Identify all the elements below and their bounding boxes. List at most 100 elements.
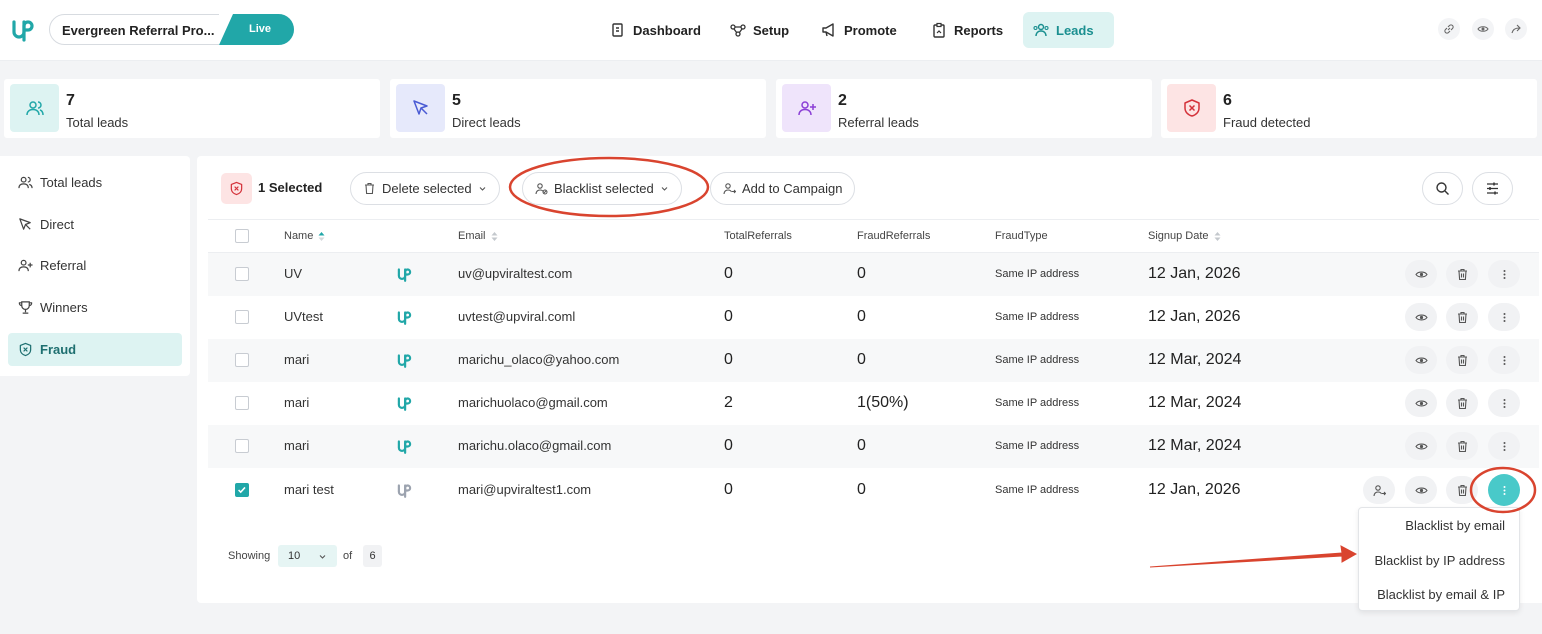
- trash-icon: [1457, 397, 1467, 409]
- lead-name: mari test: [284, 482, 334, 497]
- more-options-button[interactable]: [1488, 303, 1520, 331]
- nav-leads[interactable]: Leads: [1023, 12, 1114, 48]
- sort-icon: [491, 231, 498, 241]
- signup-date: 12 Jan, 2026: [1148, 265, 1241, 282]
- lead-name: UV: [284, 266, 303, 281]
- kebab-menu-icon: [1503, 312, 1505, 322]
- view-lead-button[interactable]: [1405, 260, 1437, 288]
- stat-value: 6: [1223, 92, 1232, 109]
- cursor-icon: [412, 100, 428, 115]
- table-row[interactable]: UVtest uvtest@upviral.coml 0 0 Same IP a…: [208, 296, 1539, 339]
- stat-icon-box: [10, 84, 59, 132]
- column-header-name[interactable]: Name: [284, 230, 325, 242]
- table-row[interactable]: mari marichuolaco@gmail.com 2 1(50%) Sam…: [208, 382, 1539, 425]
- trophy-icon: [18, 301, 33, 314]
- table-row-selected[interactable]: mari test mari@upviraltest1.com 0 0 Same…: [208, 468, 1539, 511]
- stat-card-total-leads[interactable]: 7 Total leads: [4, 79, 380, 138]
- stat-label: Direct leads: [452, 115, 521, 130]
- lead-email: uv@upviraltest.com: [458, 266, 573, 281]
- select-all-checkbox[interactable]: [235, 229, 249, 243]
- table-row[interactable]: mari marichu.olaco@gmail.com 0 0 Same IP…: [208, 425, 1539, 468]
- view-lead-button[interactable]: [1405, 346, 1437, 374]
- chevron-down-icon: [319, 555, 326, 559]
- user-arrow-icon: [723, 183, 736, 195]
- row-checkbox[interactable]: [235, 483, 249, 497]
- share-button[interactable]: [1505, 18, 1527, 40]
- campaign-selector[interactable]: Evergreen Referral Pro... Live: [49, 14, 294, 45]
- campaign-name: Evergreen Referral Pro...: [62, 23, 215, 38]
- view-lead-button[interactable]: [1405, 476, 1437, 504]
- kebab-menu-icon: [1503, 355, 1505, 365]
- fraud-type: Same IP address: [995, 311, 1080, 323]
- row-checkbox[interactable]: [235, 310, 249, 324]
- menu-item-blacklist-ip[interactable]: Blacklist by IP address: [1374, 553, 1505, 568]
- shield-x-icon: [19, 342, 32, 357]
- nav-promote[interactable]: Promote: [811, 12, 907, 48]
- link-button[interactable]: [1438, 18, 1460, 40]
- lead-name: mari: [284, 352, 310, 367]
- trash-icon: [1457, 440, 1467, 452]
- stat-card-fraud-detected[interactable]: 6 Fraud detected: [1161, 79, 1537, 138]
- row-checkbox[interactable]: [235, 353, 249, 367]
- menu-item-blacklist-email[interactable]: Blacklist by email: [1405, 518, 1505, 533]
- total-referrals: 0: [724, 265, 733, 282]
- stat-card-direct-leads[interactable]: 5 Direct leads: [390, 79, 766, 138]
- column-header-signup-date[interactable]: Signup Date: [1148, 230, 1221, 242]
- fraud-type: Same IP address: [995, 268, 1080, 280]
- delete-lead-button[interactable]: [1446, 260, 1478, 288]
- table-row[interactable]: UV uv@upviraltest.com 0 0 Same IP addres…: [208, 253, 1539, 296]
- more-options-button[interactable]: [1488, 432, 1520, 460]
- signup-date: 12 Mar, 2024: [1148, 437, 1242, 454]
- nav-dashboard[interactable]: Dashboard: [600, 12, 711, 48]
- more-options-button[interactable]: [1488, 260, 1520, 288]
- more-options-button-active[interactable]: [1488, 474, 1520, 506]
- delete-lead-button[interactable]: [1446, 476, 1478, 504]
- row-checkbox[interactable]: [235, 396, 249, 410]
- live-status-badge[interactable]: Live: [219, 14, 294, 45]
- of-label: of: [343, 550, 353, 562]
- search-button[interactable]: [1422, 172, 1463, 205]
- preview-button[interactable]: [1472, 18, 1494, 40]
- link-icon: [1444, 24, 1454, 34]
- per-page-select[interactable]: 10: [278, 545, 337, 567]
- table-row[interactable]: mari marichu_olaco@yahoo.com 0 0 Same IP…: [208, 339, 1539, 382]
- clipboard-icon: [933, 22, 945, 38]
- add-to-campaign-row-button[interactable]: [1363, 476, 1395, 504]
- menu-item-blacklist-email-ip[interactable]: Blacklist by email & IP: [1377, 587, 1505, 602]
- lead-email: mari@upviraltest1.com: [458, 482, 592, 497]
- delete-lead-button[interactable]: [1446, 389, 1478, 417]
- sidebar-item-direct[interactable]: Direct: [8, 208, 182, 241]
- view-lead-button[interactable]: [1405, 303, 1437, 331]
- more-options-button[interactable]: [1488, 346, 1520, 374]
- nav-reports[interactable]: Reports: [921, 12, 1013, 48]
- add-to-campaign-button[interactable]: Add to Campaign: [710, 172, 856, 205]
- share-icon: [1511, 24, 1521, 34]
- sidebar-item-winners[interactable]: Winners: [8, 291, 182, 324]
- leads-panel: 1 Selected Delete selected Blacklist sel…: [197, 156, 1542, 603]
- more-options-button[interactable]: [1488, 389, 1520, 417]
- trash-icon: [1457, 268, 1467, 280]
- stat-card-referral-leads[interactable]: 2 Referral leads: [776, 79, 1152, 138]
- total-referrals: 2: [724, 394, 733, 411]
- delete-lead-button[interactable]: [1446, 346, 1478, 374]
- blacklist-selected-button[interactable]: Blacklist selected: [522, 172, 682, 205]
- row-checkbox[interactable]: [235, 439, 249, 453]
- row-checkbox[interactable]: [235, 267, 249, 281]
- sidebar-item-referral[interactable]: Referral: [8, 249, 182, 282]
- chevron-down-icon: [479, 187, 486, 191]
- blacklist-options-menu: Blacklist by email Blacklist by IP addre…: [1358, 507, 1520, 611]
- nav-setup[interactable]: Setup: [720, 12, 799, 48]
- upviral-source-icon: [397, 311, 412, 325]
- fraud-type: Same IP address: [995, 354, 1080, 366]
- sidebar-item-total-leads[interactable]: Total leads: [8, 166, 182, 199]
- view-lead-button[interactable]: [1405, 432, 1437, 460]
- lead-name: UVtest: [284, 309, 324, 324]
- column-header-email[interactable]: Email: [458, 230, 498, 242]
- view-lead-button[interactable]: [1405, 389, 1437, 417]
- sidebar-item-fraud[interactable]: Fraud: [8, 333, 182, 366]
- delete-lead-button[interactable]: [1446, 303, 1478, 331]
- filter-settings-button[interactable]: [1472, 172, 1513, 205]
- upviral-logo[interactable]: [11, 18, 35, 42]
- delete-lead-button[interactable]: [1446, 432, 1478, 460]
- delete-selected-button[interactable]: Delete selected: [350, 172, 500, 205]
